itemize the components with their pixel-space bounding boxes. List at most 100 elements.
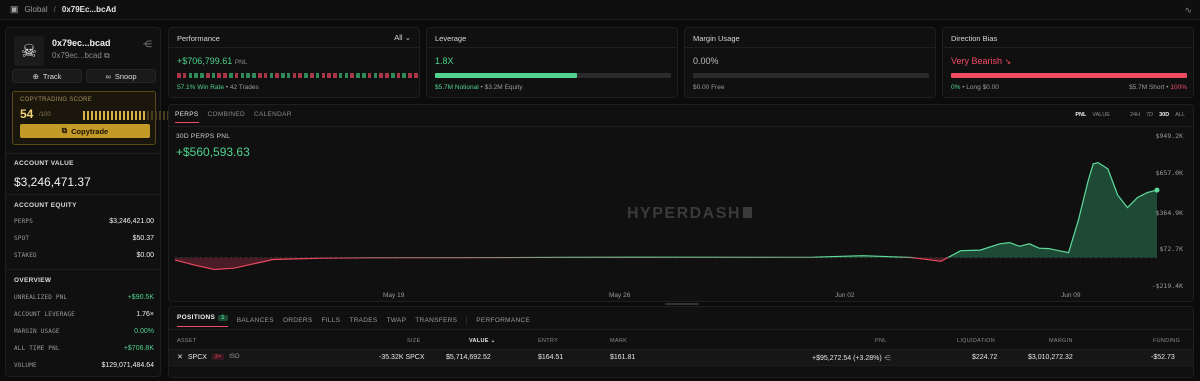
header-asset[interactable]: ASSET	[177, 338, 197, 344]
score-tick	[127, 111, 129, 120]
header-funding[interactable]: FUNDING	[1153, 338, 1180, 344]
header-liquidation[interactable]: LIQUIDATION	[957, 338, 995, 344]
header-mark[interactable]: MARK	[610, 338, 627, 344]
share-icon[interactable]: ⋲	[884, 355, 891, 362]
sidebar-toggle-icon[interactable]: ▣	[10, 4, 19, 15]
y-tick: $364.9K	[1155, 209, 1183, 217]
tab-transfers[interactable]: TRANSFERS	[415, 317, 457, 324]
positions-panel: POSITIONS 1 BALANCES ORDERS FILLS TRADES …	[168, 306, 1194, 378]
overview-value: $129,071,484.64	[101, 362, 154, 369]
trade-block	[240, 73, 245, 78]
header-size[interactable]: SIZE	[407, 338, 420, 344]
x-tick: Jun 09	[1061, 292, 1081, 299]
trade-block	[211, 73, 216, 78]
direction-bias-card: Direction Bias Very Bearish ↘ 0% • Long …	[942, 27, 1194, 98]
tab-balances[interactable]: BALANCES	[237, 317, 274, 324]
leverage-bar-fill	[435, 73, 577, 78]
y-tick: $949.2K	[1155, 132, 1183, 140]
trade-block	[281, 73, 285, 78]
equity-key: PERPS	[14, 218, 34, 225]
trade-block	[246, 73, 250, 78]
size-cell: -35.32K SPCX	[379, 354, 425, 361]
score-tick	[99, 111, 101, 120]
breadcrumb-root[interactable]: Global	[25, 5, 48, 14]
score-tick	[147, 111, 149, 120]
sort-desc-icon: ⌄	[490, 338, 496, 344]
trade-block	[304, 73, 308, 78]
header-value[interactable]: VALUE ⌄	[469, 338, 495, 344]
trade-block	[205, 73, 210, 78]
header-entry[interactable]: ENTRY	[538, 338, 558, 344]
score-tick	[95, 111, 97, 120]
trade-block	[194, 73, 198, 78]
pnl-area-positive	[496, 162, 1157, 258]
overview-row-unrealized-pnl: UNREALIZED PNL +$90.5K	[14, 294, 154, 301]
trade-block	[396, 73, 401, 78]
trade-block	[229, 73, 233, 78]
share-icon[interactable]: ⋲	[143, 39, 152, 50]
equity-key: SPOT	[14, 235, 30, 242]
divider	[169, 329, 1193, 330]
header-margin[interactable]: MARGIN	[1049, 338, 1073, 344]
performance-filter-value: All	[394, 33, 403, 42]
trade-block	[298, 73, 302, 78]
breadcrumb-current: 0x79Ec...bcAd	[61, 5, 117, 14]
pnl-chart[interactable]	[169, 105, 1193, 301]
overview-value: +$90.5K	[127, 294, 154, 301]
score-tick	[131, 111, 133, 120]
tab-twap[interactable]: TWAP	[386, 317, 406, 324]
trade-block	[275, 73, 279, 78]
copy-icon[interactable]: ⧉	[104, 51, 110, 60]
activity-icon[interactable]: ∿	[1184, 5, 1192, 16]
overview-key: UNREALIZED PNL	[14, 294, 68, 301]
margin-usage-card: Margin Usage 0.00% $0.00 Free	[684, 27, 936, 98]
header-value-label: VALUE	[469, 338, 489, 344]
trade-block	[252, 73, 256, 78]
tab-trades[interactable]: TRADES	[349, 317, 377, 324]
top-bar: ▣ Global / 0x79Ec...bcAd ∿	[0, 0, 1200, 20]
tab-performance[interactable]: PERFORMANCE	[476, 317, 530, 324]
trade-block	[333, 73, 337, 78]
performance-pnl-unit: PNL	[234, 59, 248, 66]
binoculars-icon: ∞	[105, 71, 111, 81]
trade-block	[356, 73, 360, 78]
trade-block	[390, 73, 395, 78]
tab-fills[interactable]: FILLS	[321, 317, 340, 324]
leverage-summary: $5.7M Notional • $3.2M Equity	[435, 84, 523, 91]
asset-x-icon: ✕	[177, 354, 183, 361]
bias-title: Direction Bias	[951, 34, 998, 43]
resize-handle[interactable]	[665, 303, 699, 305]
header-pnl[interactable]: PNL	[875, 338, 887, 344]
trade-block	[269, 73, 274, 78]
asset-name: SPCX	[187, 353, 207, 361]
equity-key: STAKED	[14, 252, 37, 259]
trade-block	[362, 73, 366, 78]
tab-positions[interactable]: POSITIONS 1	[177, 314, 228, 327]
leverage-badge: 2×	[211, 354, 225, 360]
y-tick: $657.0K	[1155, 169, 1183, 177]
equity-row-staked: STAKED $0.00	[14, 252, 154, 259]
margin-mode: ISO	[229, 354, 240, 360]
funding-cell: -$52.73	[1151, 354, 1175, 361]
snoop-button[interactable]: ∞ Snoop	[86, 69, 156, 83]
positions-count: 1	[218, 315, 228, 321]
wallet-address: 0x79ec...bcad ⧉	[52, 51, 110, 61]
long-pct: 0%	[951, 84, 961, 91]
performance-card: Performance All ⌄ +$706,799.61 PNL 57.1%…	[168, 27, 420, 98]
trade-block	[292, 73, 297, 78]
trade-block	[286, 73, 291, 78]
divider	[685, 47, 935, 48]
trade-block	[373, 73, 378, 78]
track-button[interactable]: ⊕ Track	[12, 69, 82, 83]
track-label: Track	[42, 71, 62, 81]
equity-value: $0.00	[136, 252, 154, 259]
x-tick: May 19	[383, 292, 405, 299]
snoop-label: Snoop	[114, 71, 137, 81]
pnl-cell: +$95,272.54 (+3.28%) ⋲	[812, 354, 891, 362]
tab-orders[interactable]: ORDERS	[283, 317, 313, 324]
copytrade-button[interactable]: ⧉ Copytrade	[20, 124, 150, 138]
overview-value: +$706.8K	[123, 345, 154, 352]
margin-bar	[693, 73, 929, 78]
performance-filter-dropdown[interactable]: All ⌄	[394, 33, 411, 42]
trade-block	[177, 73, 181, 78]
